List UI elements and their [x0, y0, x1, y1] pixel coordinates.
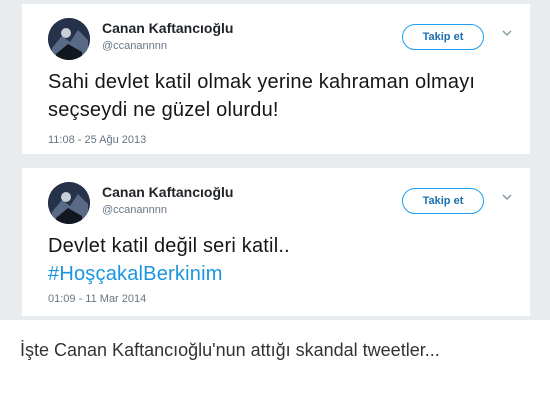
follow-button[interactable]: Takip et [402, 24, 484, 50]
article-caption: İşte Canan Kaftancıoğlu'nun attığı skand… [20, 340, 440, 360]
hashtag-link[interactable]: #HoşçakalBerkinim [48, 260, 508, 288]
avatar[interactable] [48, 182, 90, 224]
chevron-down-icon[interactable] [500, 26, 514, 40]
author-name[interactable]: Canan Kaftancıoğlu [102, 20, 233, 36]
follow-button[interactable]: Takip et [402, 188, 484, 214]
tweet-text: Devlet katil değil seri katil.. [48, 235, 290, 257]
tweet-card: Canan Kaftancıoğlu @ccanannnn Takip et D… [22, 168, 530, 316]
avatar[interactable] [48, 18, 90, 60]
tweet-text-block: Devlet katil değil seri katil.. #Hoşçaka… [48, 232, 508, 288]
tweet-card: Canan Kaftancıoğlu @ccanannnn Takip et S… [22, 4, 530, 154]
author-handle[interactable]: @ccanannnn [102, 40, 167, 52]
tweet-text: Sahi devlet katil olmak yerine kahraman … [48, 71, 476, 121]
author-name[interactable]: Canan Kaftancıoğlu [102, 184, 233, 200]
tweet-timestamp[interactable]: 11:08 - 25 Ağu 2013 [48, 134, 146, 146]
chevron-down-icon[interactable] [500, 190, 514, 204]
author-handle[interactable]: @ccanannnn [102, 204, 167, 216]
tweet-screenshot: Canan Kaftancıoğlu @ccanannnn Takip et S… [0, 0, 550, 320]
tweet-timestamp[interactable]: 01:09 - 11 Mar 2014 [48, 293, 146, 305]
